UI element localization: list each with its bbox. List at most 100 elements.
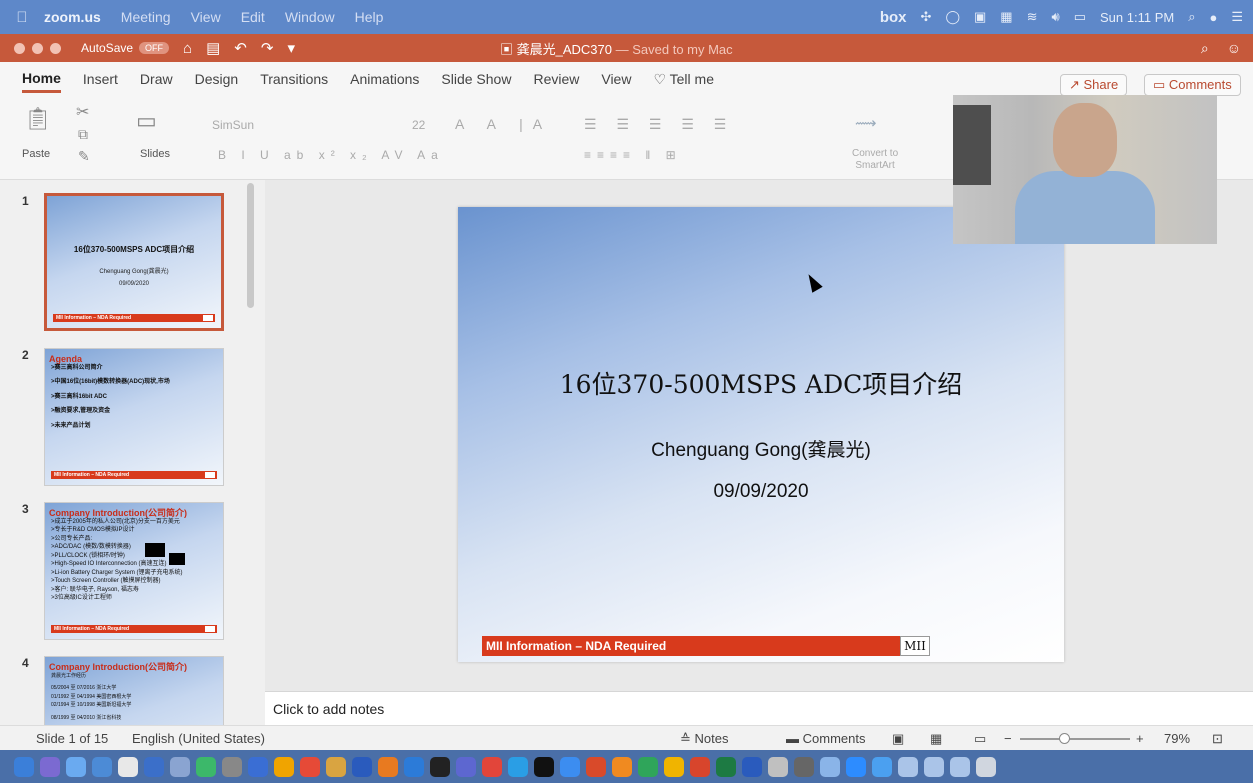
tab-transitions[interactable]: Transitions: [260, 67, 328, 91]
zoom-slider[interactable]: [1020, 738, 1130, 740]
text-format-icons[interactable]: B I U ab x² x₂ AV Aa: [218, 148, 444, 162]
excel-icon[interactable]: [716, 756, 736, 777]
font-name-field[interactable]: SimSun: [212, 118, 254, 132]
notes-toggle[interactable]: ≙ Notes: [680, 731, 728, 747]
language-status[interactable]: English (United States): [132, 731, 265, 746]
reading-view-icon[interactable]: ▭: [974, 731, 986, 747]
font-size-field[interactable]: 22: [412, 118, 425, 132]
folder-icon[interactable]: [950, 756, 970, 777]
slide-author[interactable]: Chenguang Gong(龚晨光): [458, 435, 1064, 462]
sync-icon[interactable]: ✣: [921, 9, 932, 25]
volume-icon[interactable]: 🔊︎: [1052, 9, 1060, 25]
paste-label[interactable]: Paste: [22, 148, 50, 160]
video-thumbnail[interactable]: [953, 95, 1217, 244]
status-circle-icon[interactable]: ◯: [945, 9, 960, 25]
app-icon[interactable]: [378, 756, 398, 777]
finder-icon[interactable]: [14, 756, 34, 777]
calendar-icon[interactable]: [118, 756, 138, 777]
slide-thumbnail-4[interactable]: Company Introduction(公司简介) 龚晨光工作经历 05/20…: [44, 656, 224, 725]
share-button[interactable]: ↗ Share: [1060, 74, 1128, 96]
app-icon[interactable]: [872, 756, 892, 777]
zoom-icon[interactable]: [846, 756, 866, 777]
siri-dock-icon[interactable]: [40, 756, 60, 777]
fit-to-window-icon[interactable]: ⊡: [1212, 731, 1223, 747]
paragraph-align-icons[interactable]: ≡≡≡≡ ‖ ⊞: [584, 148, 682, 162]
app-icon[interactable]: [248, 756, 268, 777]
tab-view[interactable]: View: [601, 67, 631, 91]
slide-sorter-icon[interactable]: ▦: [930, 731, 942, 747]
menu-window[interactable]: Window: [285, 9, 335, 25]
menubar-clock[interactable]: Sun 1:11 PM: [1100, 10, 1174, 25]
copy-icon[interactable]: ⧉: [78, 126, 88, 143]
word-icon[interactable]: [742, 756, 762, 777]
zoom-in-button[interactable]: +: [1136, 731, 1144, 746]
comments-button[interactable]: ▭ Comments: [1144, 74, 1241, 96]
convert-smartart[interactable]: Convert to SmartArt: [852, 148, 898, 172]
app-icon[interactable]: [144, 756, 164, 777]
paste-icon[interactable]: 📋︎: [24, 106, 52, 132]
trash-icon[interactable]: [976, 756, 996, 777]
wifi-icon[interactable]: ≋: [1027, 9, 1038, 25]
home-icon[interactable]: ⌂: [183, 40, 192, 57]
tab-draw[interactable]: Draw: [140, 67, 173, 91]
screen-share-icon[interactable]: ▣: [974, 9, 986, 25]
photos-icon[interactable]: [274, 756, 294, 777]
app-icon[interactable]: [352, 756, 372, 777]
tell-me[interactable]: ♡ Tell me: [653, 67, 714, 92]
folder-icon[interactable]: [924, 756, 944, 777]
slide-thumbnail-3[interactable]: Company Introduction(公司简介) >成立于2005年的私人公…: [44, 502, 224, 640]
app-icon[interactable]: [482, 756, 502, 777]
app-icon[interactable]: [222, 756, 242, 777]
slide-date[interactable]: 09/09/2020: [458, 481, 1064, 503]
zoom-window-button[interactable]: [50, 42, 61, 54]
app-grid-icon[interactable]: ▦: [1000, 9, 1012, 25]
tab-animations[interactable]: Animations: [350, 67, 419, 91]
notes-pane[interactable]: Click to add notes: [265, 691, 1253, 725]
numbers-icon[interactable]: [638, 756, 658, 777]
zoom-level[interactable]: 79%: [1164, 731, 1190, 746]
menu-edit[interactable]: Edit: [241, 9, 265, 25]
app-icon[interactable]: [456, 756, 476, 777]
undo-icon[interactable]: ↶: [234, 39, 247, 57]
font-grow-shrink-icons[interactable]: A A |A: [455, 116, 552, 132]
redo-icon[interactable]: ↷: [261, 39, 274, 57]
app-icon[interactable]: [430, 756, 450, 777]
format-painter-icon[interactable]: ✎: [78, 148, 90, 165]
close-window-button[interactable]: [14, 42, 25, 54]
zoom-slider-knob[interactable]: [1058, 733, 1070, 744]
messages-icon[interactable]: [196, 756, 216, 777]
app-icon[interactable]: [326, 756, 346, 777]
siri-icon[interactable]: ●: [1209, 10, 1217, 25]
menu-meeting[interactable]: Meeting: [121, 9, 171, 25]
menu-view[interactable]: View: [191, 9, 221, 25]
smartart-icon[interactable]: ⟿: [855, 114, 877, 132]
safari-icon[interactable]: [66, 756, 86, 777]
zoom-out-button[interactable]: −: [1004, 731, 1012, 746]
current-slide[interactable]: 16位370-500MSPS ADC项目介绍 Chenguang Gong(龚晨…: [458, 207, 1064, 662]
autosave-toggle[interactable]: OFF: [139, 42, 170, 54]
normal-view-icon[interactable]: ▣: [892, 731, 904, 747]
app-icon[interactable]: [820, 756, 840, 777]
app-icon[interactable]: [794, 756, 814, 777]
slide-thumbnail-2[interactable]: Agenda >赛三高科公司简介 >中国16位(16bit)模数转换器(ADC)…: [44, 348, 224, 486]
menu-help[interactable]: Help: [355, 9, 384, 25]
slide-title[interactable]: 16位370-500MSPS ADC项目介绍: [458, 365, 1064, 401]
search-icon[interactable]: ⌕: [1201, 40, 1209, 57]
powerpoint-icon[interactable]: [690, 756, 710, 777]
apple-tv-icon[interactable]: [534, 756, 554, 777]
notes-placeholder[interactable]: Click to add notes: [273, 701, 384, 717]
battery-icon[interactable]: ▭: [1074, 9, 1086, 25]
slide-footer[interactable]: MII Information – NDA Required: [482, 636, 900, 656]
apple-icon[interactable]: : [0, 9, 44, 26]
box-icon[interactable]: box: [880, 9, 907, 26]
menu-zoom-us[interactable]: zoom.us: [44, 9, 101, 25]
pages-icon[interactable]: [664, 756, 684, 777]
tab-review[interactable]: Review: [533, 67, 579, 91]
tab-home[interactable]: Home: [22, 66, 61, 93]
app-icon[interactable]: [612, 756, 632, 777]
bullets-numbering-icons[interactable]: ☰ ☰ ☰ ☰ ☰: [584, 116, 734, 133]
app-icon[interactable]: [768, 756, 788, 777]
slides-label[interactable]: Slides: [140, 148, 170, 160]
new-slide-icon[interactable]: ▭: [136, 108, 157, 134]
thumbnail-scrollbar[interactable]: [247, 183, 254, 308]
